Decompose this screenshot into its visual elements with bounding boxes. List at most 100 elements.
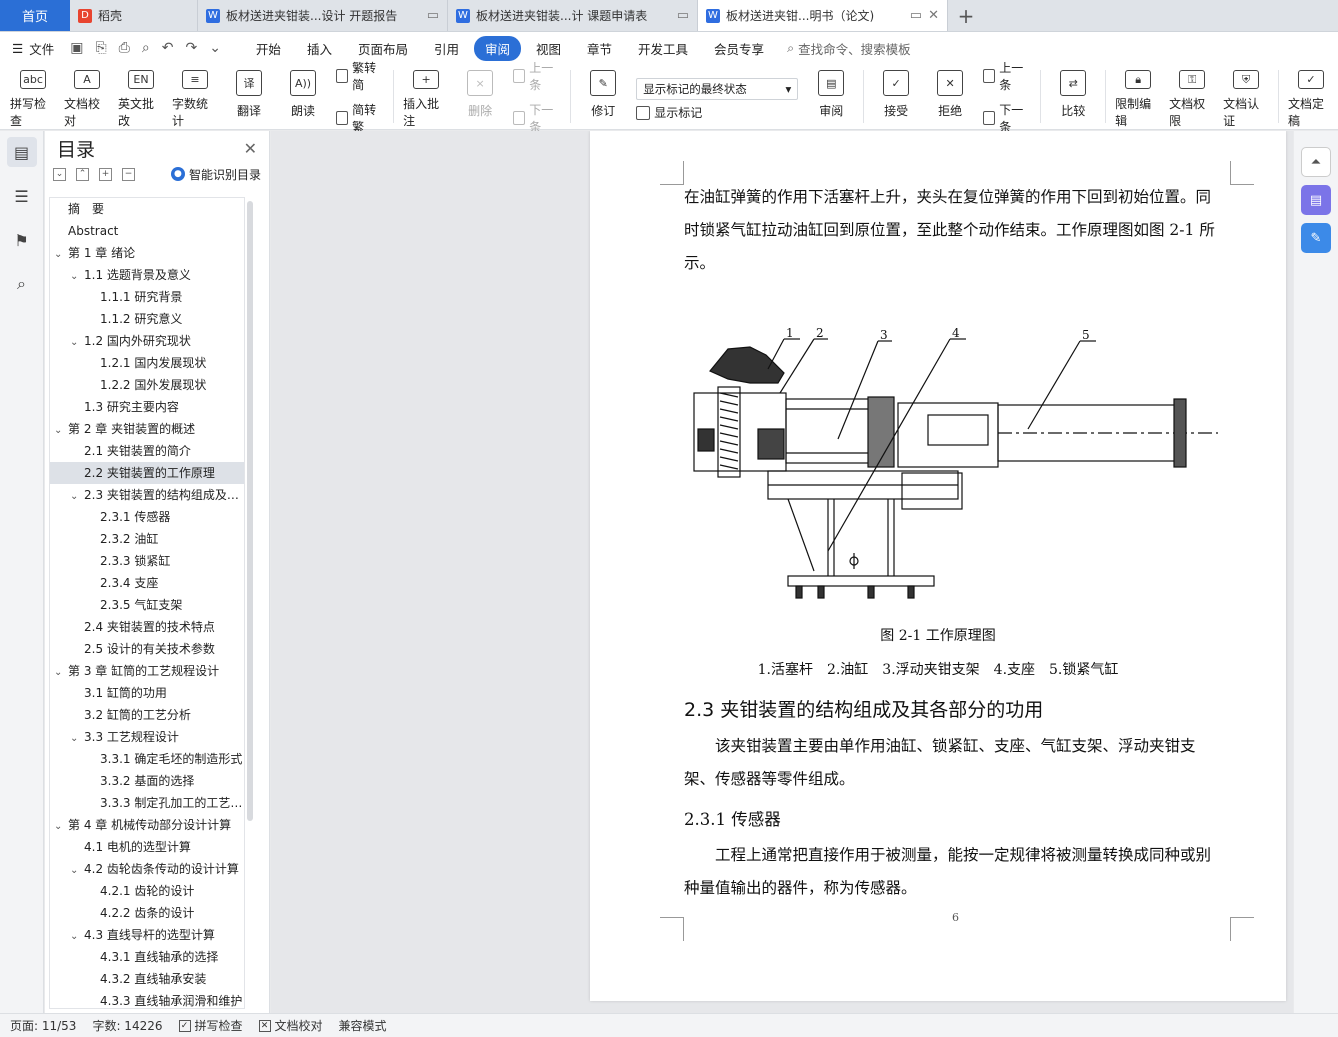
toc-item[interactable]: 4.3.1 直线轴承的选择 bbox=[50, 946, 244, 968]
toc-item[interactable]: 1.1.1 研究背景 bbox=[50, 286, 244, 308]
toc-item[interactable]: 4.2.1 齿轮的设计 bbox=[50, 880, 244, 902]
toc-item[interactable]: 2.4 夹钳装置的技术特点 bbox=[50, 616, 244, 638]
revise-button[interactable]: ✎ 修订 bbox=[576, 64, 630, 129]
toc-item[interactable]: ⌄ 1.1 选题背景及意义 bbox=[50, 264, 244, 286]
translate-button[interactable]: 译翻译 bbox=[222, 64, 276, 129]
toc-item[interactable]: 1.2.1 国内发展现状 bbox=[50, 352, 244, 374]
toc-item[interactable]: ⌄ 第 2 章 夹钳装置的概述 bbox=[50, 418, 244, 440]
next-comment-button[interactable]: 下一条 bbox=[513, 101, 559, 135]
review-pane-button[interactable]: ▤ 审阅 bbox=[804, 64, 858, 129]
menu-references[interactable]: 引用 bbox=[423, 36, 470, 61]
accept-button[interactable]: ✓ 接受 bbox=[869, 64, 923, 129]
collapse-panel-icon[interactable]: ⏶ bbox=[1301, 147, 1331, 177]
compare-button[interactable]: ⇄ 比较 bbox=[1046, 64, 1100, 129]
toc-item[interactable]: ⌄2.3 夹钳装置的结构组成及其各部分的功用 bbox=[50, 484, 244, 506]
doc-proof-button[interactable]: A 文档校对 bbox=[60, 64, 114, 129]
toc-item[interactable]: 2.5 设计的有关技术参数 bbox=[50, 638, 244, 660]
trad-to-simp-button[interactable]: 繁转简 bbox=[336, 59, 382, 93]
toc-item[interactable]: 摘 要 bbox=[50, 198, 244, 220]
tab-doc-proposal[interactable]: W 板材送进夹钳装...设计 开题报告 ▭ bbox=[198, 0, 448, 31]
doc-assist-icon[interactable]: ▤ bbox=[1301, 185, 1331, 215]
chevron-down-icon[interactable]: ⌄ bbox=[70, 728, 84, 748]
menu-member[interactable]: 会员专享 bbox=[703, 36, 775, 61]
toc-item[interactable]: ⌄ 4.2 齿轮齿条传动的设计计算 bbox=[50, 858, 244, 880]
menu-devtools[interactable]: 开发工具 bbox=[627, 36, 699, 61]
toc-item[interactable]: 2.1 夹钳装置的简介 bbox=[50, 440, 244, 462]
restrict-edit-button[interactable]: 🔒︎ 限制编辑 bbox=[1111, 64, 1165, 129]
doc-permission-button[interactable]: ⚿ 文档权限 bbox=[1165, 64, 1219, 129]
export-icon[interactable]: ⎘ bbox=[95, 40, 106, 56]
chevron-down-icon[interactable]: ⌄ bbox=[54, 662, 68, 682]
file-menu[interactable]: ☰ 文件 bbox=[12, 39, 54, 58]
bookmark-icon[interactable]: ⚑ bbox=[7, 225, 37, 255]
tab-doc-thesis[interactable]: W 板材送进夹钳...明书（论文) ▭ ✕ bbox=[698, 0, 948, 31]
toc-item[interactable]: ⌄ 3.3 工艺规程设计 bbox=[50, 726, 244, 748]
tab-doc-application[interactable]: W 板材送进夹钳装...计 课题申请表 ▭ bbox=[448, 0, 698, 31]
menu-start[interactable]: 开始 bbox=[245, 36, 292, 61]
insert-comment-button[interactable]: + 插入批注 bbox=[399, 64, 453, 129]
chevron-down-icon[interactable]: ⌄ bbox=[70, 860, 84, 880]
undo-icon[interactable]: ↶ bbox=[162, 40, 174, 56]
command-search[interactable]: ⌕ 查找命令、搜索模板 bbox=[787, 39, 911, 58]
toc-item[interactable]: 3.3.3 制定孔加工的工艺路线 bbox=[50, 792, 244, 814]
delete-comment-button[interactable]: × 删除 bbox=[453, 64, 507, 129]
toc-item[interactable]: 2.3.4 支座 bbox=[50, 572, 244, 594]
toc-item[interactable]: ⌄ 第 4 章 机械传动部分设计计算 bbox=[50, 814, 244, 836]
tab-home[interactable]: 首页 bbox=[0, 0, 70, 31]
chevron-down-icon[interactable]: ⌄ bbox=[54, 420, 68, 440]
smart-toc-button[interactable]: ● 智能识别目录 bbox=[170, 166, 261, 183]
chevron-down-icon[interactable]: ⌄ bbox=[54, 244, 68, 264]
close-icon[interactable]: ✕ bbox=[928, 8, 939, 23]
prev-change-button[interactable]: 上一条 bbox=[983, 59, 1029, 93]
next-change-button[interactable]: 下一条 bbox=[983, 101, 1029, 135]
add-heading-icon[interactable]: + bbox=[99, 167, 112, 181]
toc-item[interactable]: 2.3.5 气缸支架 bbox=[50, 594, 244, 616]
toc-item[interactable]: 2.3.3 锁紧缸 bbox=[50, 550, 244, 572]
search-icon[interactable]: ⌕ bbox=[7, 269, 37, 299]
read-aloud-button[interactable]: A)) 朗读 bbox=[276, 64, 330, 129]
toc-item[interactable]: 3.3.1 确定毛坯的制造形式 bbox=[50, 748, 244, 770]
toc-item[interactable]: ⌄ 第 3 章 缸筒的工艺规程设计 bbox=[50, 660, 244, 682]
reject-button[interactable]: ✕ 拒绝 bbox=[923, 64, 977, 129]
chevron-down-icon[interactable]: ⌄ bbox=[54, 816, 68, 836]
toc-item[interactable]: 4.3.2 直线轴承安装 bbox=[50, 968, 244, 990]
toc-scrollbar[interactable] bbox=[247, 201, 253, 821]
toc-item[interactable]: 1.1.2 研究意义 bbox=[50, 308, 244, 330]
markup-state-select[interactable]: 显示标记的最终状态 ▾ bbox=[636, 78, 799, 100]
toc-item[interactable]: Abstract bbox=[50, 220, 244, 242]
redo-icon[interactable]: ↷ bbox=[185, 40, 197, 56]
doc-cert-button[interactable]: ⛨ 文档认证 bbox=[1219, 64, 1273, 129]
close-icon[interactable]: ✕ bbox=[244, 139, 257, 158]
doc-finalize-button[interactable]: ✓ 文档定稿 bbox=[1284, 64, 1338, 129]
toc-item[interactable]: 4.3.3 直线轴承润滑和维护 bbox=[50, 990, 244, 1008]
chevron-down-icon[interactable]: ⌄ bbox=[70, 926, 84, 946]
collapse-icon[interactable]: ⌃ bbox=[76, 167, 89, 181]
toc-item[interactable]: 4.2.2 齿条的设计 bbox=[50, 902, 244, 924]
toc-item[interactable]: 3.1 缸筒的功用 bbox=[50, 682, 244, 704]
save-icon[interactable]: ▣ bbox=[70, 40, 83, 56]
status-spellcheck[interactable]: ✓ 拼写检查 bbox=[178, 1017, 243, 1034]
menu-review[interactable]: 审阅 bbox=[473, 35, 521, 61]
toc-item[interactable]: ⌄ 4.3 直线导杆的选型计算 bbox=[50, 924, 244, 946]
tab-daoke[interactable]: D 稻壳 bbox=[70, 0, 198, 31]
page-indicator[interactable]: 页面: 11/53 bbox=[10, 1017, 76, 1034]
word-count[interactable]: 字数: 14226 bbox=[92, 1017, 162, 1034]
preview-icon[interactable]: ⌕ bbox=[142, 40, 150, 56]
doc-review-icon[interactable]: ✎ bbox=[1301, 223, 1331, 253]
toc-item[interactable]: 1.3 研究主要内容 bbox=[50, 396, 244, 418]
toc-item[interactable]: 2.2 夹钳装置的工作原理 bbox=[50, 462, 244, 484]
toc-item[interactable]: 4.1 电机的选型计算 bbox=[50, 836, 244, 858]
toc-item[interactable]: ⌄ 1.2 国内外研究现状 bbox=[50, 330, 244, 352]
new-tab-button[interactable]: + bbox=[948, 0, 984, 31]
menu-view[interactable]: 视图 bbox=[525, 36, 572, 61]
outline-icon[interactable]: ☰ bbox=[7, 181, 37, 211]
menu-insert[interactable]: 插入 bbox=[296, 36, 343, 61]
chevron-down-icon[interactable]: ⌄ bbox=[209, 40, 221, 56]
spellcheck-button[interactable]: abc 拼写检查 bbox=[6, 64, 60, 129]
toc-item[interactable]: 2.3.2 油缸 bbox=[50, 528, 244, 550]
toc-item[interactable]: ⌄ 第 1 章 绪论 bbox=[50, 242, 244, 264]
menu-section[interactable]: 章节 bbox=[576, 36, 623, 61]
show-markup-button[interactable]: 显示标记 bbox=[636, 104, 798, 121]
toc-item[interactable]: 2.3.1 传感器 bbox=[50, 506, 244, 528]
remove-heading-icon[interactable]: − bbox=[122, 167, 135, 181]
